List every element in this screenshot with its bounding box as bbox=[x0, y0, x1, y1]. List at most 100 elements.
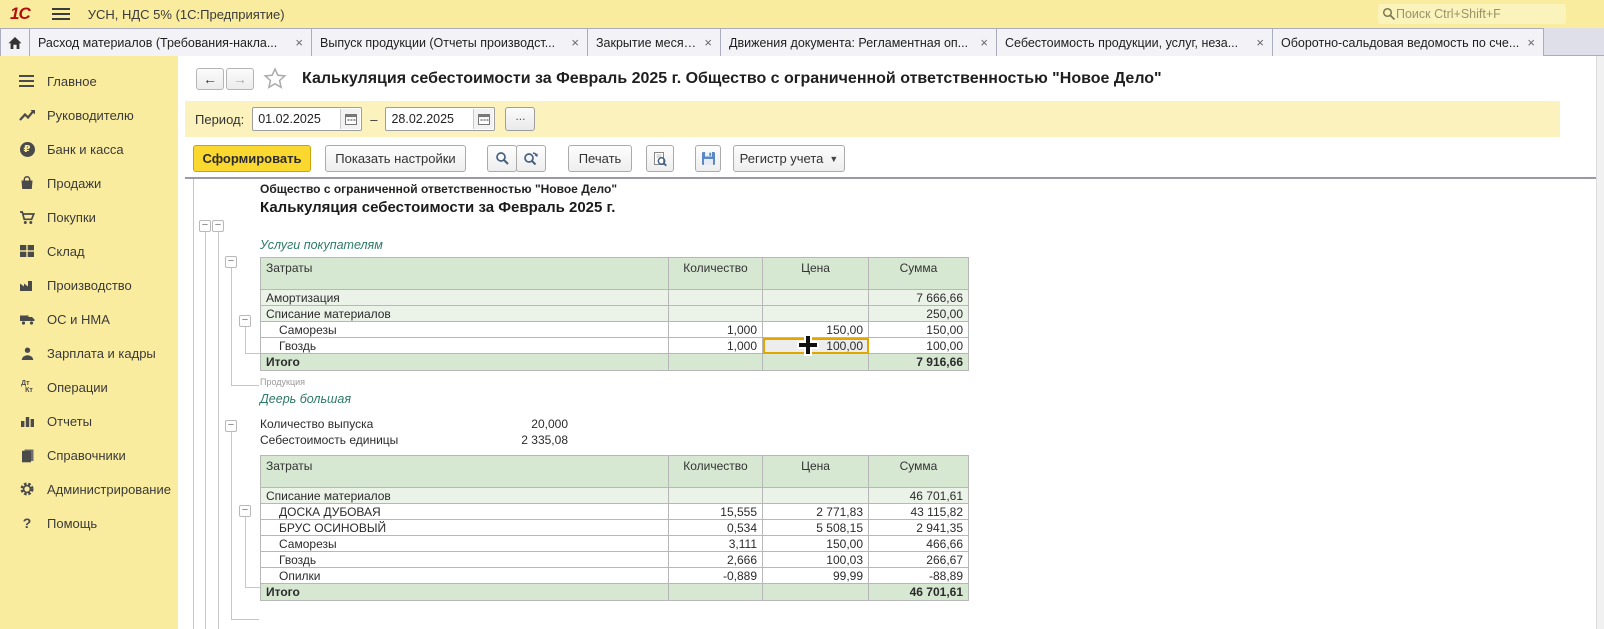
collapse-button[interactable]: − bbox=[239, 315, 251, 327]
qty-cell[interactable] bbox=[669, 488, 763, 504]
find-next-button[interactable] bbox=[516, 145, 546, 172]
sum-cell[interactable]: 466,66 bbox=[869, 536, 969, 552]
save-button[interactable] bbox=[695, 145, 721, 172]
price-cell[interactable]: 99,99 bbox=[763, 568, 869, 584]
table-row[interactable]: ДОСКА ДУБОВАЯ 15,555 2 771,83 43 115,82 bbox=[261, 504, 969, 520]
main-menu-icon[interactable] bbox=[52, 8, 70, 20]
vertical-scrollbar[interactable] bbox=[1596, 56, 1604, 629]
home-tab[interactable] bbox=[0, 28, 30, 56]
cost-name-cell[interactable]: Гвоздь bbox=[261, 338, 669, 354]
tab-oborotno-saldovaya[interactable]: Оборотно-сальдовая ведомость по сче... × bbox=[1272, 28, 1544, 56]
qty-cell[interactable]: 1,000 bbox=[669, 338, 763, 354]
forward-button[interactable]: → bbox=[226, 68, 254, 90]
price-cell[interactable]: 2 771,83 bbox=[763, 504, 869, 520]
collapse-button[interactable]: − bbox=[199, 220, 211, 232]
calendar-button[interactable] bbox=[340, 109, 360, 129]
sidebar-item-rukovoditelyu[interactable]: Руководителю bbox=[0, 98, 178, 132]
price-cell[interactable]: 5 508,15 bbox=[763, 520, 869, 536]
table-row[interactable]: Списание материалов 46 701,61 bbox=[261, 488, 969, 504]
sidebar-item-zarplata-i-kadry[interactable]: Зарплата и кадры bbox=[0, 336, 178, 370]
qty-cell[interactable]: 0,534 bbox=[669, 520, 763, 536]
price-cell[interactable]: 100,03 bbox=[763, 552, 869, 568]
qty-cell[interactable] bbox=[669, 306, 763, 322]
cost-name-cell[interactable]: Списание материалов bbox=[261, 306, 669, 322]
sum-cell[interactable]: 266,67 bbox=[869, 552, 969, 568]
favorite-star-icon[interactable] bbox=[262, 66, 288, 92]
table-row[interactable]: Саморезы 3,111 150,00 466,66 bbox=[261, 536, 969, 552]
sum-cell[interactable]: -88,89 bbox=[869, 568, 969, 584]
period-from-input[interactable] bbox=[258, 112, 338, 126]
sum-cell[interactable]: 2 941,35 bbox=[869, 520, 969, 536]
sum-cell[interactable]: 7 666,66 bbox=[869, 290, 969, 306]
sidebar-item-spravochniki[interactable]: Справочники bbox=[0, 438, 178, 472]
price-cell[interactable] bbox=[763, 306, 869, 322]
calendar-button[interactable] bbox=[473, 109, 493, 129]
sidebar-item-glavnoe[interactable]: Главное bbox=[0, 64, 178, 98]
tab-close-icon[interactable]: × bbox=[295, 36, 303, 49]
tab-close-icon[interactable]: × bbox=[1256, 36, 1264, 49]
table-total-row[interactable]: Итого 46 701,61 bbox=[261, 584, 969, 601]
table-row[interactable]: Амортизация 7 666,66 bbox=[261, 290, 969, 306]
tab-close-icon[interactable]: × bbox=[980, 36, 988, 49]
period-to-field[interactable] bbox=[385, 107, 495, 131]
qty-cell[interactable]: 2,666 bbox=[669, 552, 763, 568]
table-row[interactable]: Гвоздь 2,666 100,03 266,67 bbox=[261, 552, 969, 568]
cost-name-cell[interactable]: Амортизация bbox=[261, 290, 669, 306]
tab-close-icon[interactable]: × bbox=[571, 36, 579, 49]
sidebar-item-prodazhi[interactable]: Продажи bbox=[0, 166, 178, 200]
collapse-button[interactable]: − bbox=[239, 505, 251, 517]
cost-name-cell[interactable]: Саморезы bbox=[261, 536, 669, 552]
qty-cell[interactable] bbox=[669, 290, 763, 306]
register-button[interactable]: Регистр учета ▼ bbox=[733, 145, 845, 172]
table-row[interactable]: Гвоздь 1,000 100,00 100,00 bbox=[261, 338, 969, 354]
collapse-button[interactable]: − bbox=[225, 256, 237, 268]
price-cell[interactable] bbox=[763, 488, 869, 504]
sum-cell[interactable]: 46 701,61 bbox=[869, 488, 969, 504]
qty-cell[interactable]: 3,111 bbox=[669, 536, 763, 552]
period-from-field[interactable] bbox=[252, 107, 362, 131]
cost-name-cell[interactable]: Гвоздь bbox=[261, 552, 669, 568]
cost-name-cell[interactable]: Саморезы bbox=[261, 322, 669, 338]
collapse-button[interactable]: − bbox=[225, 420, 237, 432]
table-row[interactable]: Опилки -0,889 99,99 -88,89 bbox=[261, 568, 969, 584]
sum-cell[interactable]: 250,00 bbox=[869, 306, 969, 322]
cost-name-cell[interactable]: ДОСКА ДУБОВАЯ bbox=[261, 504, 669, 520]
print-preview-button[interactable] bbox=[646, 145, 674, 172]
sidebar-item-proizvodstvo[interactable]: Производство bbox=[0, 268, 178, 302]
sidebar-item-bank-i-kassa[interactable]: ₽ Банк и касса bbox=[0, 132, 178, 166]
tab-rashod-materialov[interactable]: Расход материалов (Требования-накла... × bbox=[29, 28, 312, 56]
tab-vypusk-produkcii[interactable]: Выпуск продукции (Отчеты производст... × bbox=[311, 28, 588, 56]
qty-cell[interactable]: 1,000 bbox=[669, 322, 763, 338]
sum-cell[interactable]: 150,00 bbox=[869, 322, 969, 338]
qty-cell[interactable]: -0,889 bbox=[669, 568, 763, 584]
period-options-button[interactable]: ... bbox=[505, 107, 535, 131]
price-cell[interactable] bbox=[763, 290, 869, 306]
sidebar-item-sklad[interactable]: Склад bbox=[0, 234, 178, 268]
cost-name-cell[interactable]: БРУС ОСИНОВЫЙ bbox=[261, 520, 669, 536]
sidebar-item-operacii[interactable]: ДтКт Операции bbox=[0, 370, 178, 404]
cost-name-cell[interactable]: Опилки bbox=[261, 568, 669, 584]
cost-table-services[interactable]: Затраты Количество Цена Сумма Амортизаци… bbox=[260, 257, 969, 371]
period-to-input[interactable] bbox=[391, 112, 471, 126]
sidebar-item-administrirovanie[interactable]: Администрирование bbox=[0, 472, 178, 506]
tab-dvizheniya-dokumenta[interactable]: Движения документа: Регламентная оп... × bbox=[720, 28, 997, 56]
table-row[interactable]: БРУС ОСИНОВЫЙ 0,534 5 508,15 2 941,35 bbox=[261, 520, 969, 536]
cost-name-cell[interactable]: Списание материалов bbox=[261, 488, 669, 504]
collapse-button[interactable]: − bbox=[212, 220, 224, 232]
generate-button[interactable]: Сформировать bbox=[193, 145, 311, 172]
tab-close-icon[interactable]: × bbox=[1527, 36, 1535, 49]
find-button[interactable] bbox=[487, 145, 517, 172]
tab-zakrytie-mesyaca[interactable]: Закрытие месяца × bbox=[587, 28, 721, 56]
cost-table-product[interactable]: Затраты Количество Цена Сумма Списание м… bbox=[260, 455, 969, 601]
sidebar-item-os-i-nma[interactable]: ОС и НМА bbox=[0, 302, 178, 336]
print-button[interactable]: Печать bbox=[568, 145, 632, 172]
search-input[interactable] bbox=[1396, 7, 1556, 21]
table-row[interactable]: Списание материалов 250,00 bbox=[261, 306, 969, 322]
tab-close-icon[interactable]: × bbox=[704, 36, 712, 49]
qty-cell[interactable]: 15,555 bbox=[669, 504, 763, 520]
price-cell[interactable]: 150,00 bbox=[763, 536, 869, 552]
table-row[interactable]: Саморезы 1,000 150,00 150,00 bbox=[261, 322, 969, 338]
sidebar-item-pomosch[interactable]: ? Помощь bbox=[0, 506, 178, 540]
show-settings-button[interactable]: Показать настройки bbox=[325, 145, 466, 172]
global-search[interactable] bbox=[1378, 4, 1566, 24]
